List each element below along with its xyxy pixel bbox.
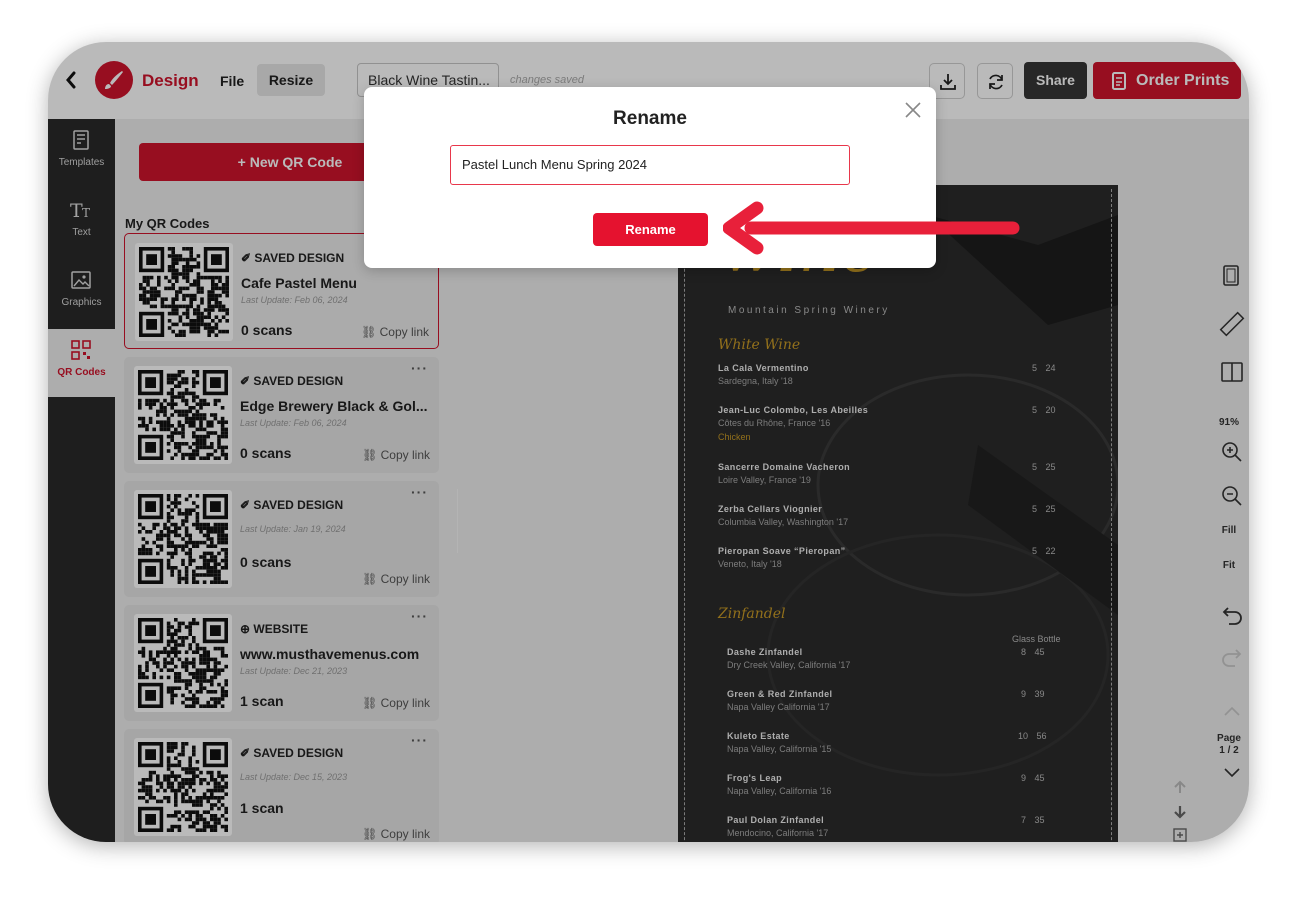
app-window: Design File Resize Black Wine Tastin... …: [48, 42, 1249, 842]
rename-input[interactable]: Pastel Lunch Menu Spring 2024: [450, 145, 850, 185]
dialog-title: Rename: [613, 108, 687, 129]
pointer-arrow-icon: [723, 201, 1020, 255]
close-icon[interactable]: [904, 101, 922, 119]
rename-button[interactable]: Rename: [593, 213, 708, 246]
